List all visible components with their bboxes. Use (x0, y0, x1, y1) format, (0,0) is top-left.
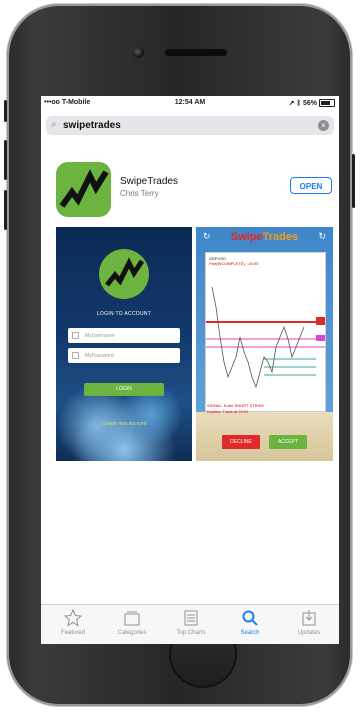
silent-switch (4, 100, 7, 122)
search-query[interactable]: swipetrades (63, 120, 121, 131)
clear-search-icon[interactable]: × (318, 120, 329, 131)
swipe-header: ↻ SwipeTrades ↻ (196, 227, 333, 247)
tab-featured[interactable]: Featured (44, 608, 102, 636)
bluetooth-icon: ᛒ (296, 99, 301, 107)
phone-frame: •••oo T-Mobile 12:54 AM ➚ ᛒ 56% ⌕ swipet… (4, 4, 355, 706)
power-button (352, 154, 355, 208)
status-right: ➚ ᛒ 56% (289, 99, 335, 107)
password-field: MyPassword (68, 348, 180, 363)
battery-percent: 56% (302, 99, 317, 107)
tab-top-charts[interactable]: Top Charts (162, 608, 220, 636)
decline-button: DECLINE (222, 435, 260, 449)
refresh-icon: ↻ (318, 231, 326, 241)
beach-background (196, 412, 333, 461)
updates-icon (302, 610, 316, 626)
signal-subtext: Expires: Trade at 20:00 (207, 409, 249, 414)
price-chart: GBPUSD Pair(INCOMPLETE) · 20:00 (205, 252, 326, 412)
app-screenshot-chart[interactable]: ↻ SwipeTrades ↻ GBPUSD Pair(INCOMPLETE) … (196, 227, 333, 461)
app-name[interactable]: SwipeTrades (120, 176, 178, 187)
search-icon: ⌕ (51, 119, 57, 130)
app-screenshot-login[interactable]: LOGIN TO ACCOUNT MyUsername MyPassword L… (56, 227, 192, 461)
signal-text: SIGNAL: Enter SHORT STRIKE (207, 403, 264, 408)
star-icon (64, 609, 82, 627)
trend-logo-icon (105, 257, 145, 287)
search-icon (242, 610, 258, 626)
trend-logo-icon (59, 169, 109, 208)
location-icon: ➚ (288, 100, 295, 107)
tab-updates[interactable]: Updates (280, 608, 338, 636)
swipe-title: SwipeTrades (230, 231, 299, 243)
tab-categories[interactable]: Categories (103, 608, 161, 636)
list-icon (184, 610, 198, 626)
battery-icon (319, 99, 335, 107)
user-icon (72, 332, 79, 339)
search-field[interactable]: ⌕ swipetrades × (46, 116, 334, 135)
volume-down-button (4, 190, 7, 230)
back-icon: ↻ (203, 231, 211, 241)
screen: •••oo T-Mobile 12:54 AM ➚ ᛒ 56% ⌕ swipet… (41, 96, 339, 644)
accept-button: ACCEPT (269, 435, 307, 449)
status-bar: •••oo T-Mobile 12:54 AM ➚ ᛒ 56% (41, 96, 339, 110)
app-icon[interactable] (56, 162, 111, 217)
volume-up-button (4, 140, 7, 180)
categories-icon (124, 611, 140, 626)
lock-icon (72, 352, 79, 359)
earpiece-speaker (165, 49, 227, 56)
app-logo (99, 249, 149, 299)
username-field: MyUsername (68, 328, 180, 343)
chart-subheader: Pair(INCOMPLETE) · 20:00 (209, 261, 259, 266)
login-title: LOGIN TO ACCOUNT (96, 311, 152, 317)
tab-search[interactable]: Search (221, 608, 279, 636)
front-camera (133, 47, 144, 58)
app-developer: Chris Terry (120, 189, 159, 198)
register-link: Create new account (101, 421, 147, 427)
tab-bar: Featured Categories Top Charts Search Up… (41, 604, 339, 644)
login-button: LOGIN (84, 383, 164, 396)
open-button[interactable]: OPEN (290, 177, 332, 194)
candlestick-chart (206, 286, 325, 389)
